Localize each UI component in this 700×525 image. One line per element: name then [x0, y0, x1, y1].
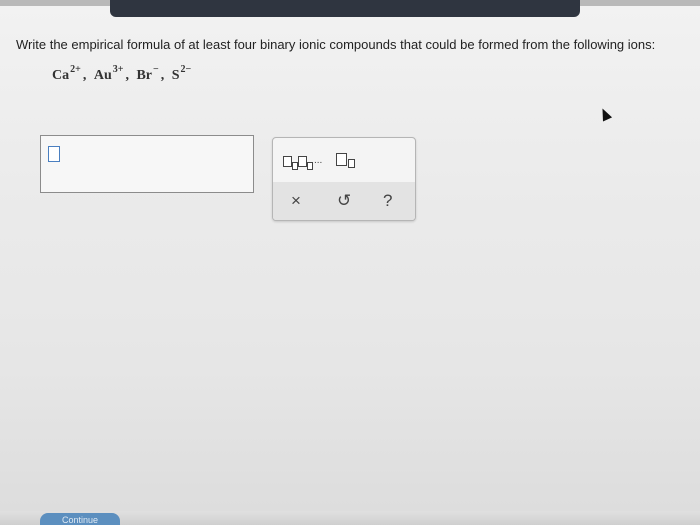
ion-separator: ,	[125, 68, 129, 83]
ellipsis-icon: ...	[314, 155, 323, 166]
ion-symbol: Ca	[52, 68, 70, 83]
ion-sulfide: S2−	[172, 64, 192, 84]
multi-subscript-template-button[interactable]: ...	[283, 153, 323, 170]
ion-symbol: Au	[93, 68, 112, 83]
help-icon[interactable]: ?	[383, 191, 392, 211]
question-prompt: Write the empirical formula of at least …	[16, 37, 656, 52]
ion-charge: 2+	[70, 64, 81, 75]
ion-bromide: Br−	[136, 64, 158, 84]
formula-palette: ... × ↺ ?	[272, 137, 416, 221]
ion-separator: ,	[82, 68, 87, 83]
ion-symbol: S	[171, 68, 180, 83]
ion-symbol: Br	[136, 68, 152, 83]
ion-calcium: Ca2+	[52, 64, 81, 84]
subscript-template-icon	[336, 153, 347, 166]
ion-charge: 3+	[112, 64, 124, 75]
subscript-template-icon	[298, 156, 307, 167]
palette-action-row: × ↺ ?	[273, 182, 415, 220]
ion-list: Ca2+, Au3+, Br−, S2−	[52, 64, 193, 84]
input-slot[interactable]	[48, 146, 60, 162]
subscript-box-icon	[307, 162, 313, 170]
ion-charge: 2−	[180, 64, 192, 75]
subscript-template-button[interactable]	[336, 151, 360, 169]
clear-icon[interactable]: ×	[291, 191, 301, 211]
palette-template-row: ...	[273, 138, 415, 182]
subscript-template-icon	[283, 156, 292, 167]
mouse-pointer-icon	[597, 106, 613, 122]
continue-button[interactable]: Continue	[40, 513, 120, 525]
undo-icon[interactable]: ↺	[337, 191, 351, 211]
ion-gold: Au3+	[94, 64, 124, 84]
subscript-box-icon	[348, 159, 355, 168]
ion-separator: ,	[160, 68, 165, 83]
answer-input[interactable]	[40, 135, 254, 193]
ion-charge: −	[153, 64, 159, 75]
top-toolbar	[110, 0, 580, 17]
